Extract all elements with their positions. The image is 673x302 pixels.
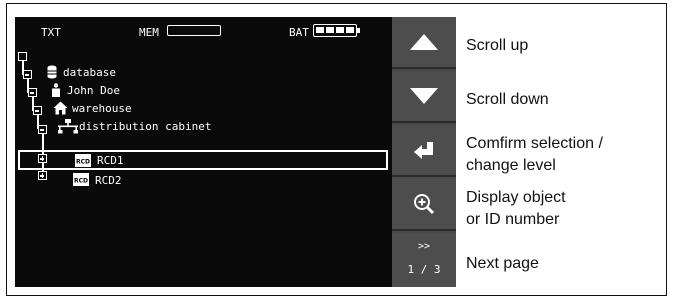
legend-display-line2: or ID number bbox=[466, 211, 560, 228]
tree-item-label: warehouse bbox=[72, 102, 132, 115]
scroll-up-button[interactable] bbox=[392, 17, 456, 69]
device-screen: TXT MEM BAT database John Doe warehouse … bbox=[15, 17, 392, 287]
tree-item-distribution-cabinet[interactable]: distribution cabinet bbox=[15, 118, 392, 136]
object-tree: database John Doe warehouse distribution… bbox=[15, 45, 392, 287]
txt-indicator: TXT bbox=[41, 26, 61, 39]
triangle-down-icon bbox=[410, 88, 438, 104]
bat-indicator: BAT bbox=[289, 26, 309, 39]
legend-next-page: Next page bbox=[466, 255, 539, 272]
mem-indicator: MEM bbox=[139, 26, 159, 39]
page-indicator: 1 / 3 bbox=[407, 263, 441, 276]
tree-item-label: RCD1 bbox=[97, 154, 124, 167]
database-icon bbox=[47, 65, 57, 82]
enter-arrow-icon bbox=[414, 142, 433, 159]
legend-confirm-line2: change level bbox=[466, 157, 556, 174]
svg-text:RCD: RCD bbox=[76, 159, 90, 166]
battery-icon bbox=[313, 24, 357, 37]
legend-scroll-up: Scroll up bbox=[466, 37, 529, 54]
tree-item-rcd2[interactable]: RCD RCD2 bbox=[15, 172, 392, 190]
tree-item-person[interactable]: John Doe bbox=[15, 82, 392, 100]
rcd-icon: RCD bbox=[73, 173, 89, 189]
battery-tip bbox=[357, 28, 360, 33]
scroll-down-button[interactable] bbox=[392, 71, 456, 123]
rcd-icon: RCD bbox=[75, 154, 91, 170]
next-page-chevron: >> bbox=[417, 241, 431, 252]
network-icon bbox=[58, 119, 78, 137]
display-object-button[interactable] bbox=[392, 179, 456, 231]
person-icon bbox=[51, 83, 61, 100]
tree-node-box[interactable] bbox=[18, 52, 27, 61]
tree-item-rcd1-selected[interactable]: RCD RCD1 bbox=[18, 150, 388, 170]
tree-item-warehouse[interactable]: warehouse bbox=[15, 100, 392, 118]
legend-confirm-line1: Comfirm selection / bbox=[466, 135, 603, 152]
tree-item-label: John Doe bbox=[67, 84, 120, 97]
legend-scroll-down: Scroll down bbox=[466, 91, 549, 108]
confirm-level-button[interactable] bbox=[392, 125, 456, 177]
zoom-in-icon bbox=[414, 194, 435, 215]
house-icon bbox=[53, 101, 68, 118]
next-page-button[interactable]: >> 1 / 3 bbox=[392, 233, 456, 287]
tree-item-database[interactable]: database bbox=[15, 64, 392, 82]
softkey-panel: >> 1 / 3 bbox=[392, 17, 456, 287]
status-bar: TXT MEM BAT bbox=[15, 17, 392, 45]
triangle-up-icon bbox=[410, 34, 438, 50]
memory-gauge bbox=[167, 25, 221, 36]
tree-item-label: distribution cabinet bbox=[79, 120, 212, 133]
tree-item-label: RCD2 bbox=[95, 174, 122, 187]
svg-text:RCD: RCD bbox=[74, 178, 88, 185]
tree-item-label: database bbox=[63, 66, 116, 79]
legend-display-line1: Display object bbox=[466, 189, 566, 206]
